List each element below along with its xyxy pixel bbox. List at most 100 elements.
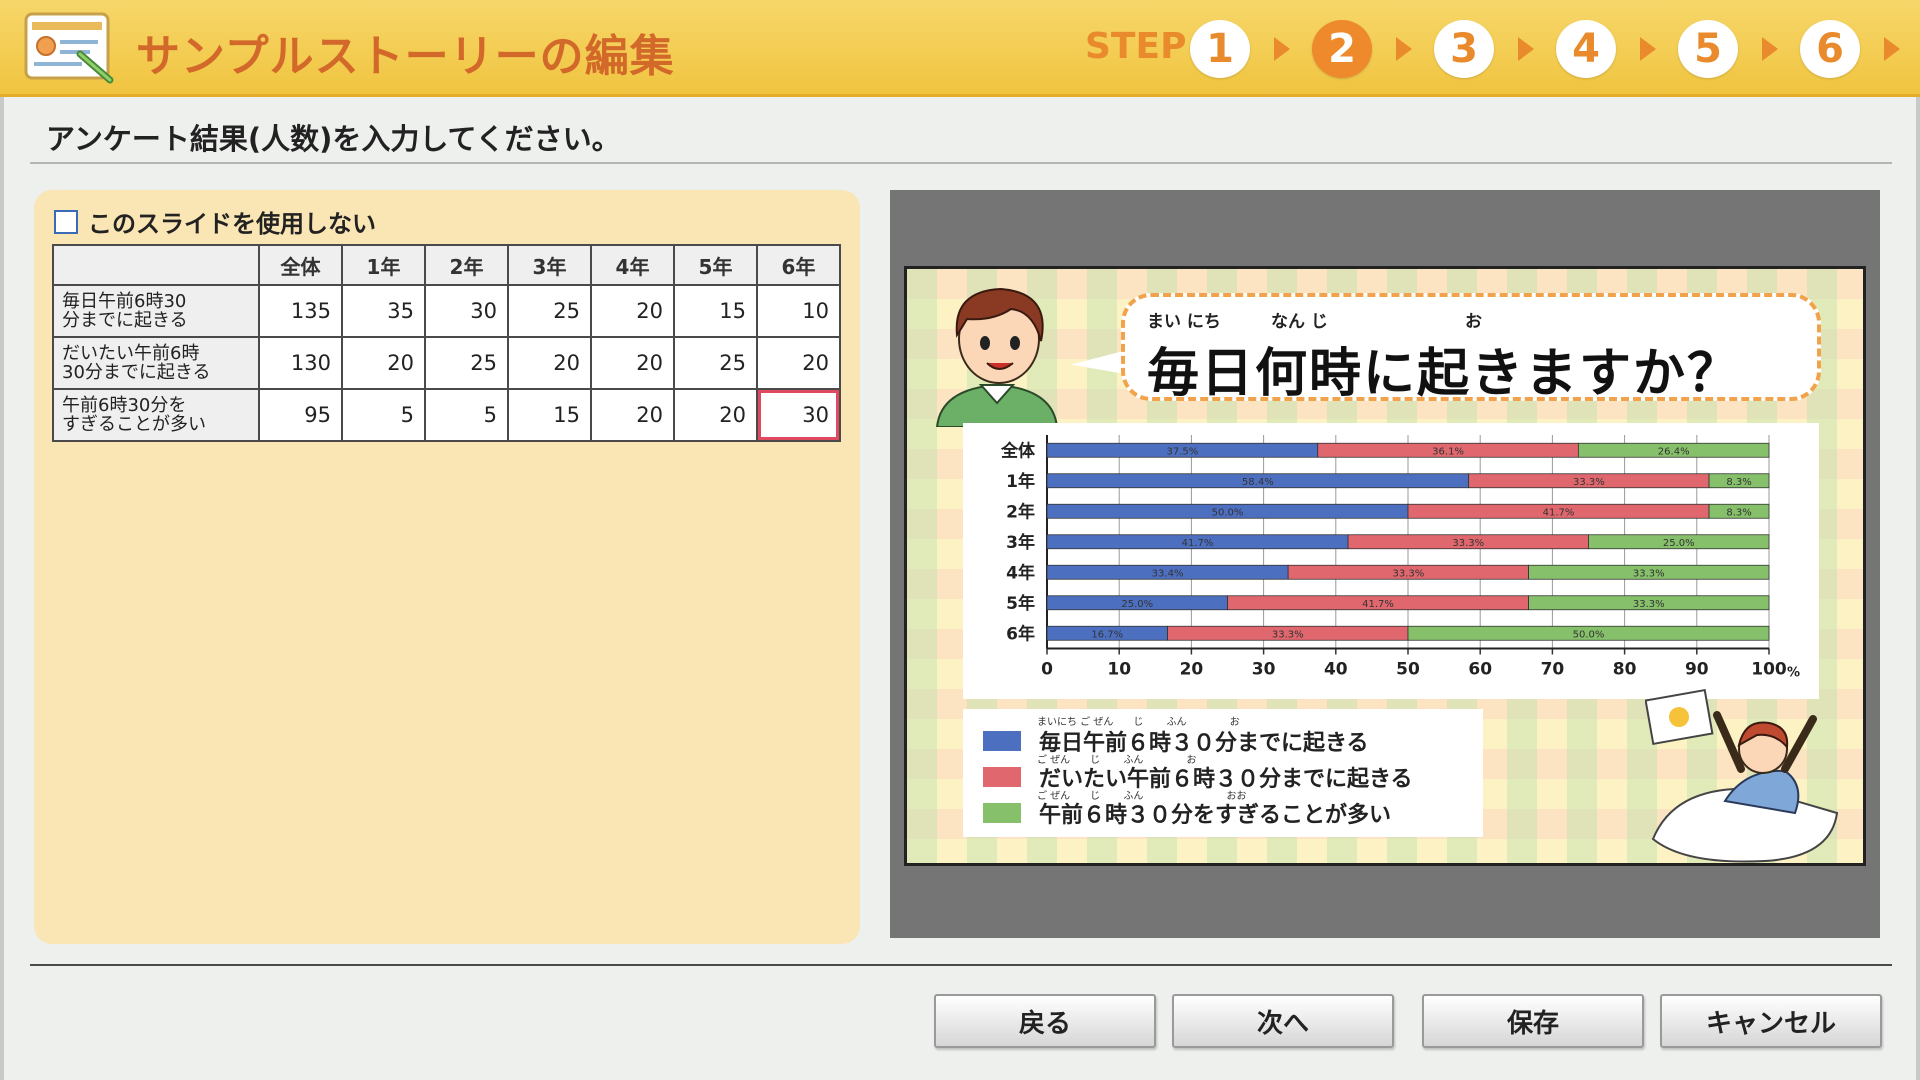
save-button[interactable]: 保存: [1422, 994, 1644, 1048]
legend-item: 午前６時３０分をすぎることが多い: [983, 797, 1391, 829]
value-cell[interactable]: 20: [507, 336, 592, 390]
value-cell-selected[interactable]: 30: [756, 388, 841, 442]
ruby-o: お: [1465, 312, 1482, 332]
column-header: 1年: [341, 244, 426, 286]
data-label: 33.3%: [1392, 568, 1424, 579]
column-header: 3年: [507, 244, 592, 286]
value-cell[interactable]: 5: [341, 388, 426, 442]
header-bar: サンプルストーリーの編集 STEP 1234567: [0, 0, 1920, 97]
instruction-text: アンケート結果(人数)を入力してください。: [46, 122, 621, 156]
category-label: 1年: [1006, 471, 1035, 492]
value-cell[interactable]: 25: [424, 336, 509, 390]
data-label: 37.5%: [1166, 446, 1198, 457]
data-label: 41.7%: [1362, 599, 1394, 610]
tick-label: 40: [1324, 660, 1348, 680]
value-cell[interactable]: 25: [507, 284, 592, 338]
value-cell[interactable]: 25: [673, 336, 758, 390]
next-button[interactable]: 次へ: [1172, 994, 1394, 1048]
cancel-button[interactable]: キャンセル: [1660, 994, 1882, 1048]
value-cell[interactable]: 20: [590, 388, 675, 442]
data-label: 50.0%: [1573, 629, 1605, 640]
tick-label: 0: [1041, 660, 1053, 680]
value-cell[interactable]: 20: [341, 336, 426, 390]
data-label: 58.4%: [1242, 477, 1274, 488]
step-arrow-icon: [1396, 37, 1412, 61]
step-5[interactable]: 5: [1678, 20, 1738, 78]
value-cell[interactable]: 95: [258, 388, 343, 442]
no-use-option[interactable]: このスライドを使用しない: [54, 204, 376, 239]
category-label: 4年: [1006, 562, 1035, 583]
data-label: 50.0%: [1212, 507, 1244, 518]
no-use-checkbox[interactable]: [54, 209, 78, 234]
table-row: 毎日午前6時30 分までに起きる 135 35 30 25 20 15 10: [52, 284, 841, 338]
tick-label: 20: [1180, 660, 1204, 680]
step-4[interactable]: 4: [1556, 20, 1616, 78]
tick-label: 60: [1468, 660, 1492, 680]
slide-preview-panel: まい にち なん じ お 毎日何時に起きますか？ 0 10 20 30 40 50 60 70…: [890, 190, 1880, 938]
row-label: 午前6時30分を すぎることが多い: [52, 388, 260, 442]
value-cell[interactable]: 5: [424, 388, 509, 442]
window-frame-right: [1916, 97, 1920, 1080]
survey-table: 全体 1年 2年 3年 4年 5年 6年 毎日午前6時30 分までに起きる 135…: [52, 244, 841, 442]
data-label: 36.1%: [1432, 446, 1464, 457]
column-header: 全体: [258, 244, 343, 286]
tick-label: 10: [1107, 660, 1131, 680]
data-label: 25.0%: [1663, 538, 1695, 549]
chart-area: 0 10 20 30 40 50 60 70 80 90 100% 全体 37.5% 36.1% 26.4%…: [963, 423, 1819, 699]
divider-bottom: [30, 964, 1892, 966]
column-header: 5年: [673, 244, 758, 286]
value-cell[interactable]: 20: [756, 336, 841, 390]
legend-swatch-blue: [983, 731, 1021, 751]
data-label: 33.3%: [1633, 599, 1665, 610]
row-label: 毎日午前6時30 分までに起きる: [52, 284, 260, 338]
no-use-label: このスライドを使用しない: [88, 210, 376, 238]
value-cell[interactable]: 20: [673, 388, 758, 442]
row-label: だいたい午前6時 30分までに起きる: [52, 336, 260, 390]
value-cell[interactable]: 20: [590, 336, 675, 390]
table-corner-cell: [52, 244, 260, 286]
step-3[interactable]: 3: [1434, 20, 1494, 78]
data-label: 33.3%: [1633, 568, 1665, 579]
tick-label: 100: [1751, 660, 1787, 680]
document-edit-icon: [24, 12, 114, 84]
step-6[interactable]: 6: [1800, 20, 1860, 78]
value-cell[interactable]: 130: [258, 336, 343, 390]
stacked-bar-chart: 0 10 20 30 40 50 60 70 80 90 100 % 全体 37.5% 36.1% 26.4%…: [1000, 435, 1800, 681]
value-cell[interactable]: 20: [590, 284, 675, 338]
back-button[interactable]: 戻る: [934, 994, 1156, 1048]
data-label: 8.3%: [1726, 507, 1751, 518]
data-label: 33.3%: [1573, 477, 1605, 488]
value-cell[interactable]: 15: [507, 388, 592, 442]
value-cell[interactable]: 30: [424, 284, 509, 338]
step-2[interactable]: 2: [1312, 20, 1372, 78]
step-arrow-icon: [1518, 37, 1534, 61]
boy-character-illustration: [935, 287, 1059, 427]
data-label: 33.4%: [1152, 568, 1184, 579]
step-1[interactable]: 1: [1190, 20, 1250, 78]
axis-unit: %: [1787, 666, 1800, 681]
data-label: 8.3%: [1726, 477, 1751, 488]
ruby-mainichi: まい にち: [1147, 312, 1221, 332]
speech-bubble: まい にち なん じ お 毎日何時に起きますか？: [1121, 293, 1821, 404]
divider-top: [30, 162, 1892, 164]
table-row: だいたい午前6時 30分までに起きる 130 20 25 20 20 25 20: [52, 336, 841, 390]
step-label: STEP: [1085, 26, 1187, 67]
value-cell[interactable]: 15: [673, 284, 758, 338]
step-indicator: 1234567: [1190, 20, 1920, 78]
chart-legend: まいにち ご ぜん じ ふん お 毎日午前６時３０分までに起きる ご ぜん じ …: [963, 709, 1483, 837]
column-header: 6年: [756, 244, 841, 286]
value-cell[interactable]: 10: [756, 284, 841, 338]
data-label: 25.0%: [1121, 599, 1153, 610]
data-label: 26.4%: [1658, 446, 1690, 457]
category-label: 3年: [1006, 532, 1035, 553]
waking-boy-illustration: [1645, 689, 1839, 863]
value-cell[interactable]: 35: [341, 284, 426, 338]
value-cell[interactable]: 135: [258, 284, 343, 338]
app-title: サンプルストーリーの編集: [136, 31, 675, 82]
slide-preview: まい にち なん じ お 毎日何時に起きますか？ 0 10 20 30 40 50 60 70…: [904, 266, 1866, 866]
input-panel: このスライドを使用しない 全体 1年 2年 3年 4年 5年 6年 毎日午前6時…: [34, 190, 860, 944]
column-header: 4年: [590, 244, 675, 286]
ruby-nanji: なん じ: [1271, 312, 1328, 332]
data-label: 33.3%: [1272, 629, 1304, 640]
data-label: 41.7%: [1182, 538, 1214, 549]
